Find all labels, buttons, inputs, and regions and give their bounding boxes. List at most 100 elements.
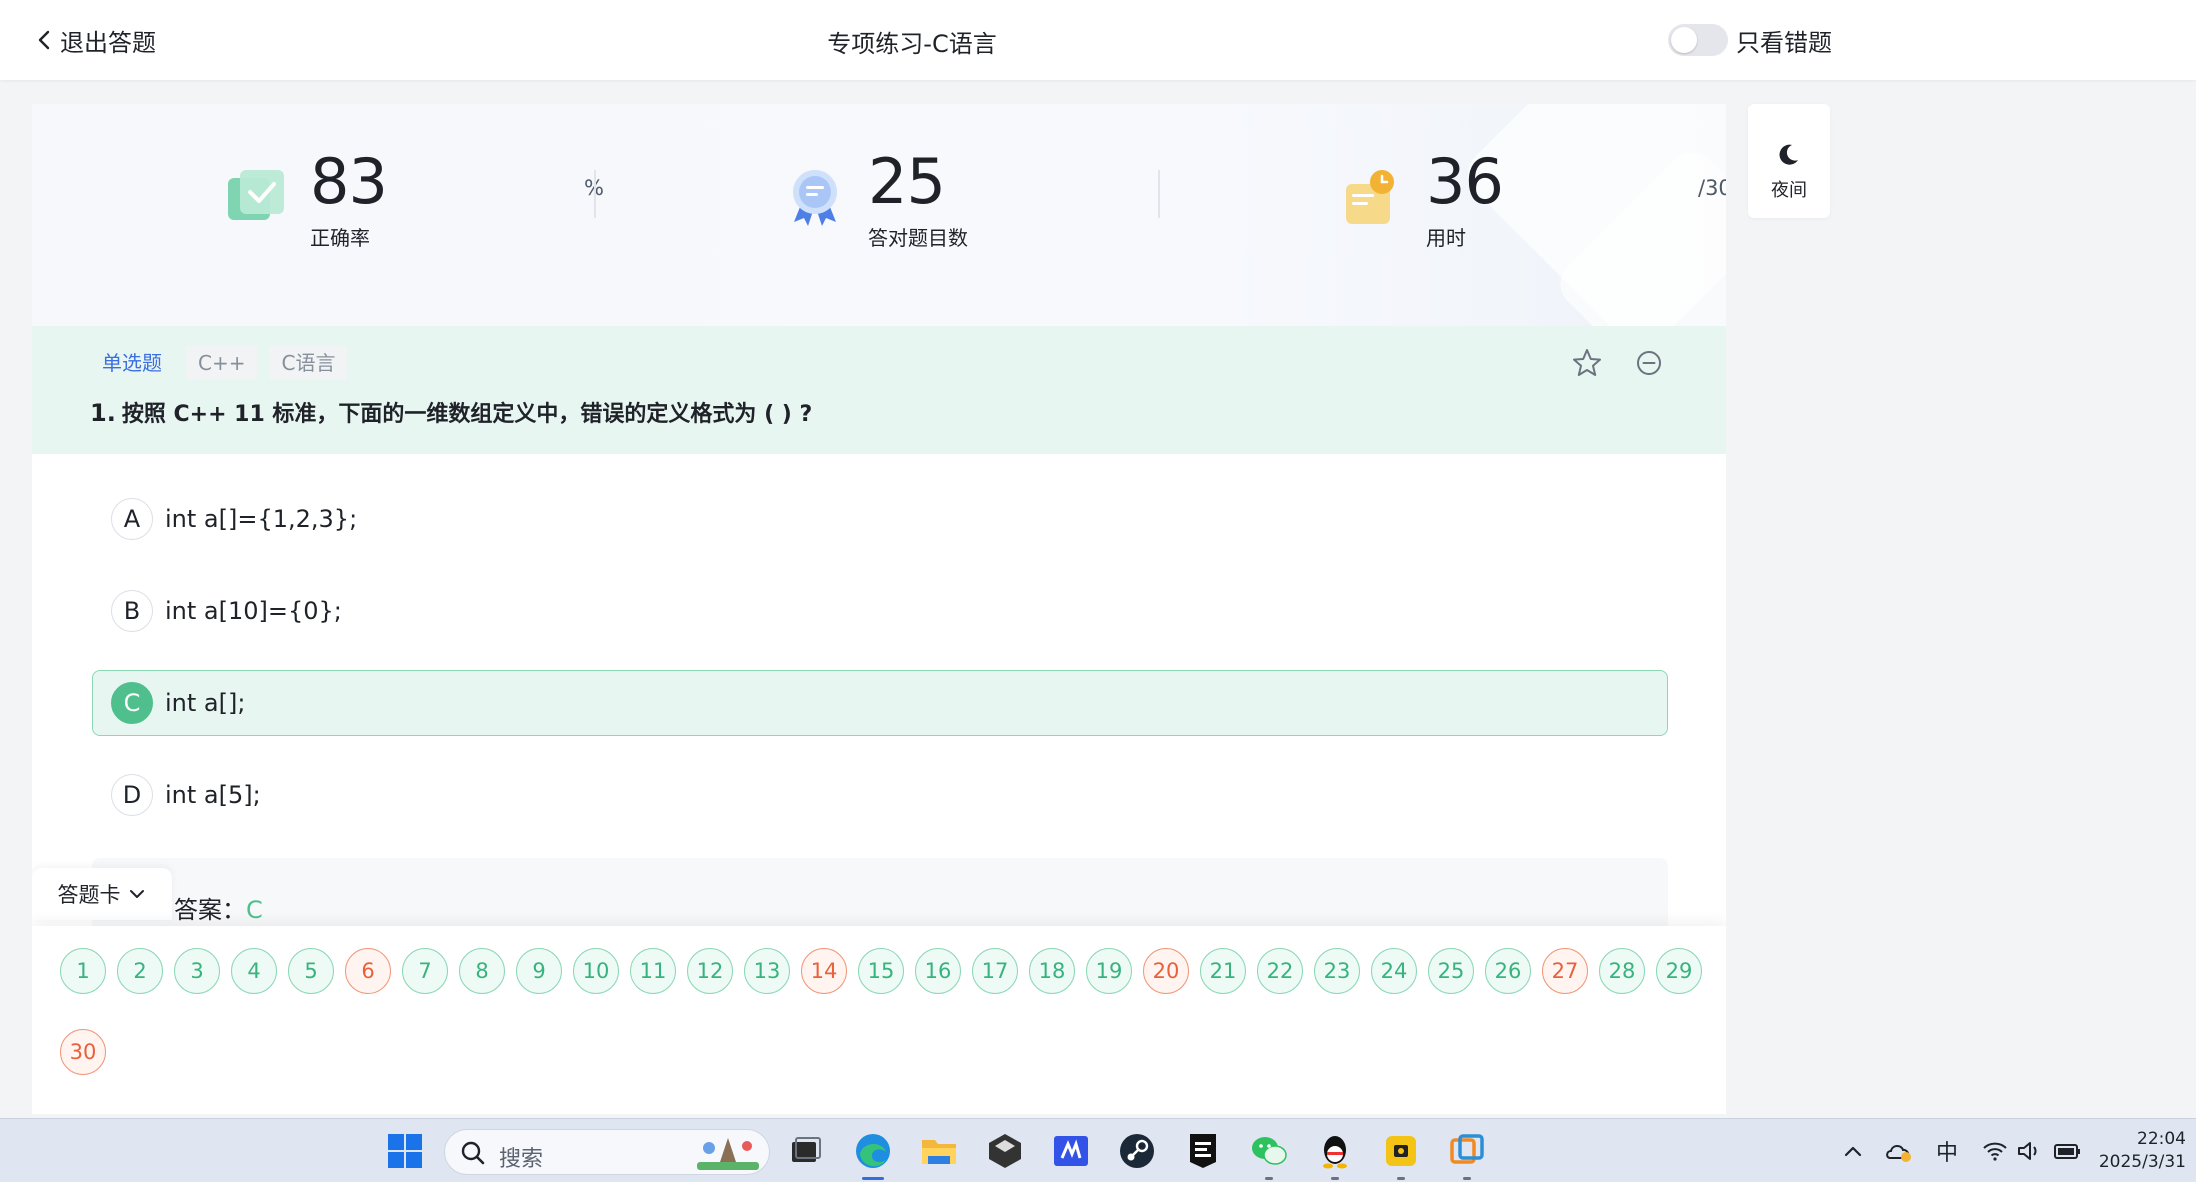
search-placeholder: 搜索 [499, 1147, 544, 1172]
question-type-tag: 单选题 [102, 351, 162, 375]
accuracy-value: 83 [310, 145, 388, 218]
question-stem: 按照 C++ 11 标准，下面的一维数组定义中，错误的定义格式为 ( ) ? [121, 402, 813, 427]
option-text: int a[10]={0}; [165, 597, 342, 625]
running-indicator [1265, 1177, 1273, 1180]
taskbar: 搜索 中 22:04 2025/3/31 [0, 1118, 2196, 1182]
option-c[interactable]: C int a[]; [92, 670, 1668, 736]
file-explorer-icon[interactable] [918, 1130, 960, 1172]
onedrive-icon[interactable] [1884, 1136, 1914, 1166]
question-number-button[interactable]: 1 [60, 948, 106, 994]
question-number-button[interactable]: 6 [345, 948, 391, 994]
option-letter: D [111, 774, 153, 816]
night-mode-label: 夜间 [1771, 180, 1807, 201]
stat-accuracy: 83 % 正确率 [226, 145, 604, 256]
option-letter: C [111, 682, 153, 724]
running-indicator [1463, 1177, 1471, 1180]
moon-icon [1779, 144, 1798, 165]
question-number-button[interactable]: 7 [402, 948, 448, 994]
checkbox-icon [228, 170, 284, 220]
answer-sheet: 1 2 3 4 5 6 7 8 9 10 11 12 13 14 15 16 17 18 19 20 21 22 23 24 2… [32, 926, 1726, 1114]
option-letter: B [111, 590, 153, 632]
windows-start-icon[interactable] [384, 1130, 426, 1172]
divider [594, 170, 596, 218]
question-number-button[interactable]: 11 [630, 948, 676, 994]
ime-indicator[interactable]: 中 [1936, 1135, 1958, 1167]
question-number-button[interactable]: 12 [687, 948, 733, 994]
steam-icon[interactable] [1116, 1130, 1158, 1172]
question-number-button[interactable]: 24 [1371, 948, 1417, 994]
wrong-only-label: 只看错题 [1736, 28, 1832, 57]
question-number-button[interactable]: 26 [1485, 948, 1531, 994]
question-number-button[interactable]: 17 [972, 948, 1018, 994]
question-number-button[interactable]: 13 [744, 948, 790, 994]
clock-note-icon [1346, 170, 1394, 224]
question-number-button[interactable]: 20 [1143, 948, 1189, 994]
wechat-icon[interactable] [1248, 1130, 1290, 1172]
star-icon[interactable] [1570, 346, 1604, 380]
question-number-button[interactable]: 4 [231, 948, 277, 994]
answer-label: 答案： [174, 896, 246, 924]
qq-icon[interactable] [1314, 1130, 1356, 1172]
question-number-button[interactable]: 23 [1314, 948, 1360, 994]
question-number-button[interactable]: 5 [288, 948, 334, 994]
wifi-icon[interactable] [1980, 1136, 2010, 1166]
answer-sheet-toggle[interactable]: 答题卡 [32, 868, 172, 920]
app-teal-icon[interactable] [1446, 1130, 1488, 1172]
question-number: 1. [90, 399, 116, 427]
stats-panel: 83 % 正确率 25 /30 答对题目数 [32, 104, 1726, 326]
exit-label: 退出答题 [60, 28, 156, 57]
exit-button[interactable]: 退出答题 [32, 22, 156, 58]
question-number-button[interactable]: 29 [1656, 948, 1702, 994]
page-title: 专项练习-C语言 [827, 30, 997, 58]
unity-icon[interactable] [984, 1130, 1026, 1172]
question-number-button[interactable]: 16 [915, 948, 961, 994]
question-number-button[interactable]: 19 [1086, 948, 1132, 994]
clock-date: 2025/3/31 [2098, 1152, 2186, 1172]
battery-icon[interactable] [2052, 1136, 2082, 1166]
question-number-button[interactable]: 3 [174, 948, 220, 994]
question-number-button[interactable]: 27 [1542, 948, 1588, 994]
clock-time: 22:04 [2137, 1129, 2186, 1149]
option-d[interactable]: D int a[5]; [92, 762, 1668, 828]
topic-tag: C语言 [269, 346, 348, 380]
topic-tag: C++ [186, 346, 258, 380]
question-number-button[interactable]: 30 [60, 1029, 106, 1075]
task-view-icon[interactable] [784, 1130, 826, 1172]
system-clock[interactable]: 22:04 2025/3/31 [2096, 1128, 2186, 1174]
answer-value: C [246, 896, 263, 924]
correct-value: 25 [868, 145, 946, 218]
option-a[interactable]: A int a[]={1,2,3}; [92, 486, 1668, 552]
question-number-button[interactable]: 18 [1029, 948, 1075, 994]
answer-line: 答案：C [174, 890, 263, 925]
night-mode-button[interactable]: 夜间 [1748, 104, 1830, 218]
question-number-button[interactable]: 28 [1599, 948, 1645, 994]
epic-games-icon[interactable] [1182, 1130, 1224, 1172]
edge-icon[interactable] [852, 1130, 894, 1172]
option-b[interactable]: B int a[10]={0}; [92, 578, 1668, 644]
toggle-switch[interactable] [1668, 24, 1728, 56]
question-header: 单选题 C++ C语言 1. 按照 C++ 11 标准，下面的一维数组定义中，错误… [32, 326, 1726, 454]
chevron-up-icon[interactable] [1838, 1136, 1868, 1166]
correct-label: 答对题目数 [868, 226, 968, 250]
question-number-button[interactable]: 14 [801, 948, 847, 994]
question-number-button[interactable]: 9 [516, 948, 562, 994]
option-text: int a[]; [165, 689, 246, 717]
question-number-button[interactable]: 10 [573, 948, 619, 994]
running-indicator [862, 1177, 884, 1180]
volume-icon[interactable] [2014, 1136, 2044, 1166]
question-text: 1. 按照 C++ 11 标准，下面的一维数组定义中，错误的定义格式为 ( ) ? [90, 396, 812, 428]
award-ribbon-icon [793, 170, 837, 226]
wrong-only-toggle[interactable]: 只看错题 [1668, 22, 1832, 58]
remove-icon[interactable] [1632, 346, 1666, 380]
question-number-button[interactable]: 8 [459, 948, 505, 994]
app-yellow-icon[interactable] [1380, 1130, 1422, 1172]
question-number-button[interactable]: 25 [1428, 948, 1474, 994]
question-number-button[interactable]: 21 [1200, 948, 1246, 994]
question-number-button[interactable]: 2 [117, 948, 163, 994]
taskbar-search[interactable]: 搜索 [444, 1129, 770, 1175]
question-number-button[interactable]: 15 [858, 948, 904, 994]
correct-unit: /30 [1698, 176, 1726, 200]
cursor-icon[interactable] [1050, 1130, 1092, 1172]
question-number-button[interactable]: 22 [1257, 948, 1303, 994]
toggle-knob [1671, 27, 1697, 53]
